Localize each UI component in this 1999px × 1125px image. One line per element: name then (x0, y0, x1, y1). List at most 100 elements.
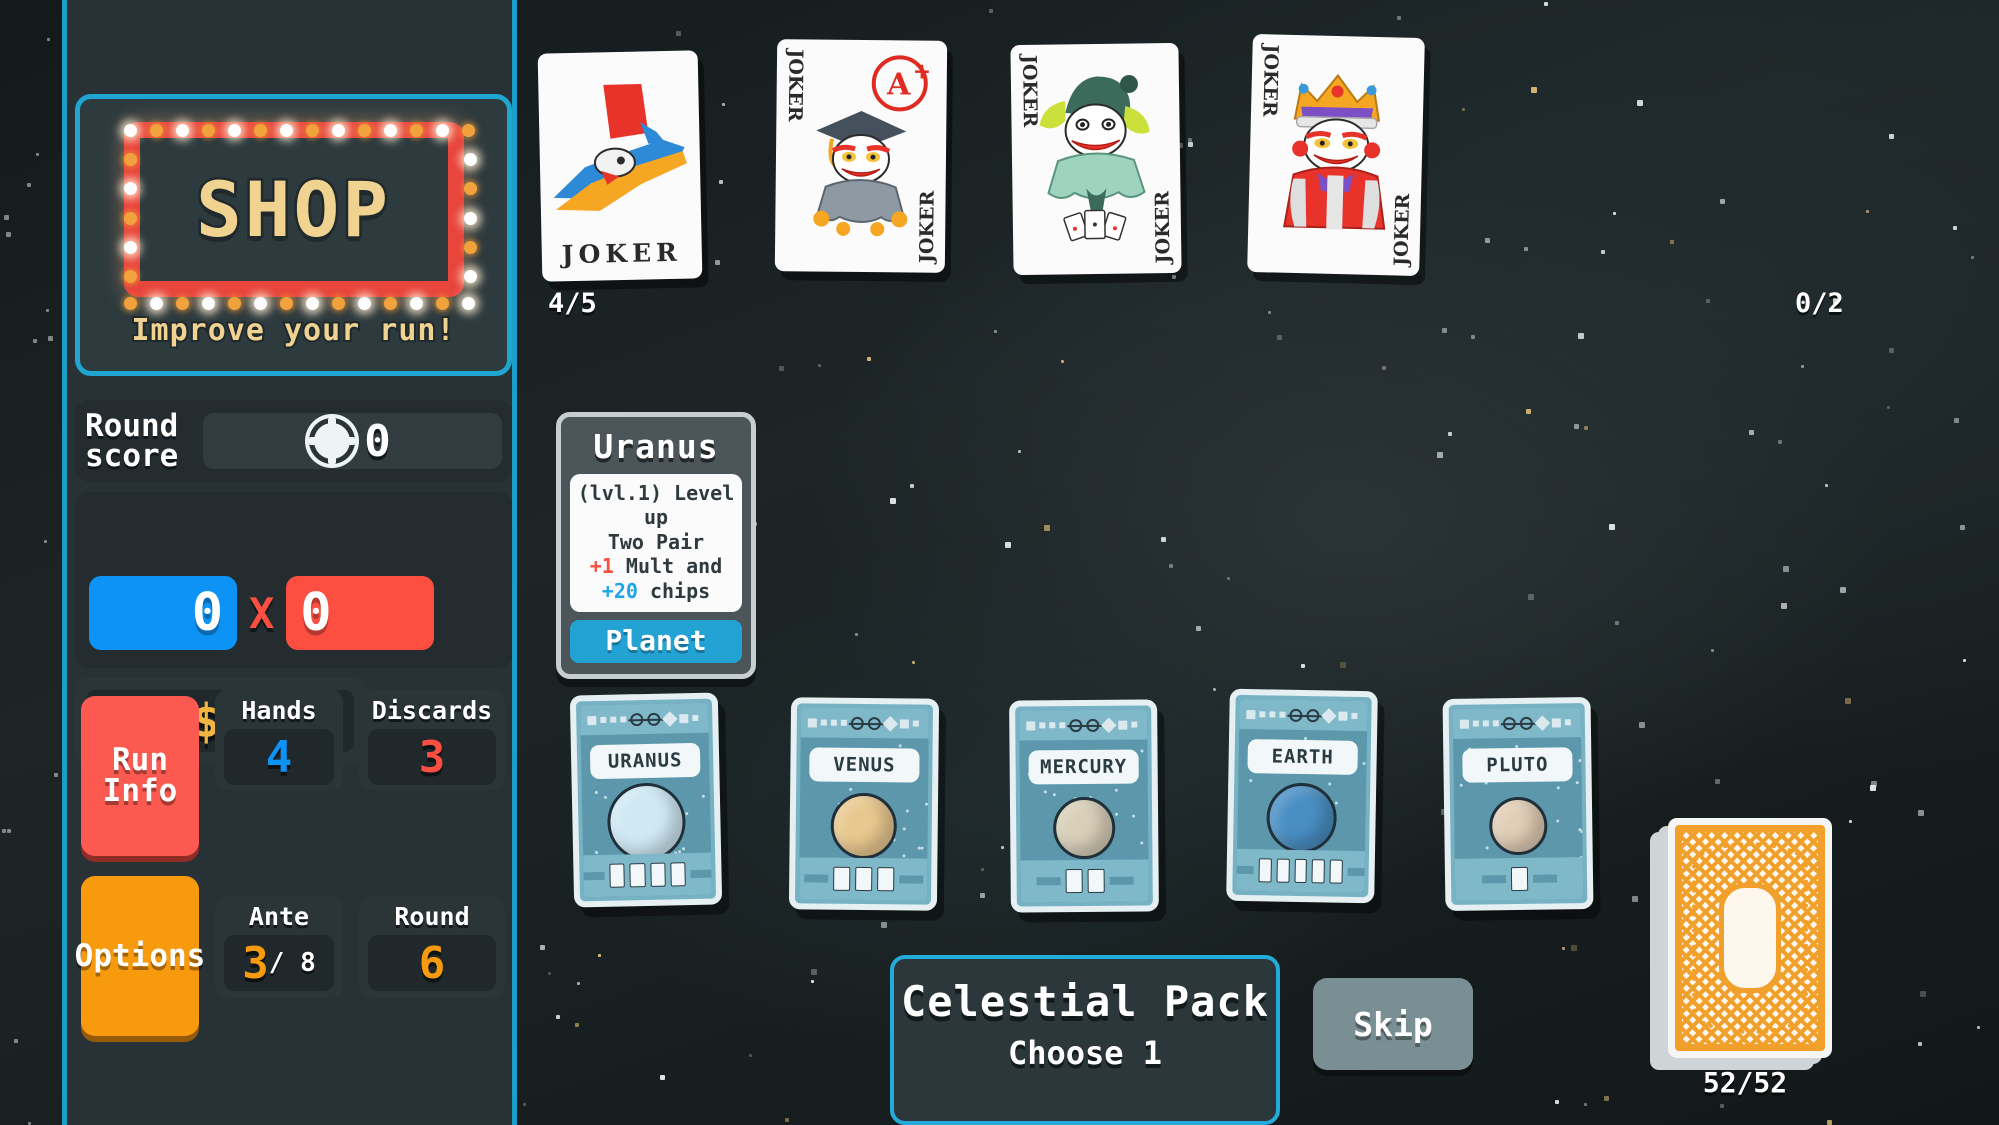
pc-mini-card (854, 866, 872, 892)
marquee-bulb (123, 182, 137, 196)
planet-card-venus[interactable]: VENUS (788, 697, 940, 911)
star (1578, 333, 1584, 339)
star (1977, 1026, 1980, 1029)
star (779, 366, 784, 371)
star (811, 969, 817, 975)
planet-card-topbar (580, 702, 709, 736)
joker-card-parachute[interactable]: JOKER (537, 50, 703, 282)
star (1827, 1120, 1832, 1125)
star (715, 260, 720, 265)
star (1960, 525, 1965, 530)
pc-mini-card (1087, 868, 1105, 893)
planet-globe (1052, 796, 1116, 860)
pc-line (1236, 865, 1254, 875)
round-value: 6 (418, 937, 446, 989)
options-button[interactable]: Options (75, 876, 205, 1036)
planet-globe (830, 792, 898, 860)
planet-tooltip: Uranus (lvl.1) Level up Two Pair +1 Mult… (556, 412, 756, 679)
pc-mini-card (1065, 869, 1083, 894)
run-info-button[interactable]: Run Info (81, 696, 199, 856)
planet-card-pluto[interactable]: PLUTO (1442, 696, 1594, 912)
star (1866, 210, 1869, 213)
star (981, 868, 984, 871)
planet-card-earth[interactable]: EARTH (1226, 688, 1378, 904)
star (910, 484, 914, 488)
tooltip-line-1: (lvl.1) Level up (577, 481, 735, 530)
card-star (1249, 779, 1253, 783)
parachute-joker-art (553, 84, 687, 211)
tooltip-title: Uranus (593, 427, 719, 466)
planet-card-uranus[interactable]: URANUS (569, 692, 723, 908)
star (1172, 275, 1176, 279)
pc-mini-card (609, 863, 626, 888)
pc-square (1118, 720, 1128, 730)
star (575, 1023, 579, 1027)
star (994, 330, 997, 333)
star (1471, 335, 1475, 339)
star (1639, 722, 1645, 728)
star (1531, 87, 1537, 93)
star (1044, 525, 1050, 531)
marquee-bulb (357, 124, 371, 137)
card-star (595, 851, 599, 855)
diamond-glyph-icon (1101, 717, 1117, 733)
planet-card-inner: VENUS (798, 707, 930, 901)
planet-card-inner: EARTH (1236, 698, 1368, 894)
star (1749, 430, 1754, 435)
joker-card-king-joker[interactable]: JOKER JOKER (1247, 33, 1425, 277)
saturn-glyph-icon (1306, 708, 1320, 722)
discards-stat: Discards 3 (359, 690, 505, 790)
card-star (1328, 782, 1332, 786)
star (1615, 621, 1619, 625)
joker-card-green-jester[interactable]: JOKER JOKER (1010, 42, 1182, 276)
star (1169, 564, 1173, 568)
saturn-glyph-icon (1519, 716, 1533, 730)
star (1601, 250, 1605, 254)
tooltip-chips-text: chips (649, 578, 711, 603)
marquee-bulb (435, 124, 449, 137)
star (1870, 785, 1876, 791)
star (1005, 542, 1011, 548)
star (811, 980, 814, 983)
chips-mult-row: 0 X 0 (89, 576, 435, 650)
shop-subtitle: Improve your run! (129, 311, 456, 350)
star (1061, 360, 1064, 363)
planet-card-name: MERCURY (1028, 749, 1139, 785)
star (48, 336, 53, 341)
marquee-bulb (409, 297, 423, 310)
star (1720, 199, 1725, 204)
card-star (1132, 814, 1136, 818)
pc-square (1026, 720, 1036, 731)
pc-square (840, 719, 847, 726)
card-star (1556, 819, 1560, 823)
star (1845, 698, 1851, 704)
marquee-bulb (305, 124, 319, 137)
planet-card-mercury[interactable]: MERCURY (1009, 699, 1159, 913)
marquee-bulb (461, 297, 475, 310)
star (719, 180, 723, 184)
green-jester-joker-art (1039, 75, 1150, 242)
star (1301, 664, 1305, 668)
star (1670, 240, 1674, 244)
skip-label: Skip (1353, 1004, 1433, 1044)
card-star (1575, 781, 1579, 785)
saturn-glyph-icon (1502, 716, 1516, 730)
joker-card-graduate[interactable]: JOKER JOKER A + (774, 39, 948, 273)
pc-square (679, 713, 689, 723)
ante-label: Ante (248, 902, 310, 931)
skip-button[interactable]: Skip (1313, 978, 1473, 1070)
star (1018, 450, 1021, 453)
pc-square (620, 716, 627, 723)
discards-value-box: 3 (368, 729, 496, 785)
marquee-bulb (279, 124, 293, 137)
card-star (1581, 782, 1584, 786)
deck-pile[interactable]: 52/52 (1650, 818, 1840, 1099)
star (989, 9, 993, 13)
star (1918, 810, 1924, 816)
pc-square (899, 718, 909, 728)
planet-card-topbar (1019, 709, 1148, 741)
discards-label: Discards (371, 696, 493, 725)
star (4, 215, 9, 220)
ante-value-box: 3 / 8 (224, 935, 334, 991)
star (1889, 134, 1894, 139)
